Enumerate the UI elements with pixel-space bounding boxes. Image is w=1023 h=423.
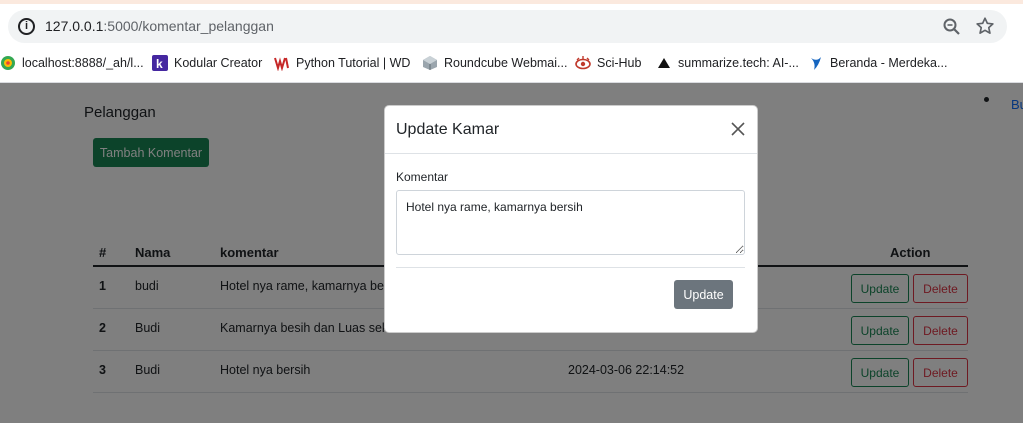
- page-content: Pelanggan Tambah Komentar Bu # Nama kome…: [0, 83, 1023, 423]
- bookmark-label: summarize.tech: AI-...: [678, 56, 799, 70]
- url-text[interactable]: 127.0.0.1:5000/komentar_pelanggan: [45, 18, 274, 34]
- tab-strip-edge: [0, 0, 1023, 4]
- appengine-icon: [1, 56, 15, 70]
- svg-text:k: k: [156, 57, 163, 71]
- modal-divider: [396, 267, 745, 268]
- kodular-icon: k: [152, 55, 168, 71]
- bookmark-label: Beranda - Merdeka...: [830, 56, 948, 70]
- bookmark-label: Roundcube Webmai...: [444, 56, 568, 70]
- modal-update-button[interactable]: Update: [674, 280, 733, 309]
- bookmark-item[interactable]: summarize.tech: AI-...: [656, 54, 799, 72]
- site-info-icon[interactable]: i: [18, 18, 35, 35]
- roundcube-icon: [423, 56, 437, 70]
- update-modal: Update Kamar Komentar Hotel nya rame, ka…: [384, 105, 758, 333]
- merdeka-icon: [811, 57, 821, 70]
- summarize-icon: [658, 58, 670, 68]
- bookmark-item[interactable]: Python Tutorial | WD: [274, 54, 410, 72]
- url-host: 127.0.0.1: [45, 18, 104, 34]
- bookmark-label: localhost:8888/_ah/l...: [22, 56, 144, 70]
- bookmarks-bar: localhost:8888/_ah/l... k Kodular Creato…: [0, 50, 1023, 76]
- modal-title: Update Kamar: [396, 121, 500, 138]
- modal-header: Update Kamar: [385, 106, 757, 154]
- bookmark-label: Python Tutorial | WD: [296, 56, 411, 70]
- bookmark-star-icon[interactable]: [974, 15, 996, 37]
- close-icon[interactable]: [729, 120, 747, 138]
- komentar-label: Komentar: [396, 170, 449, 184]
- scihub-icon: [575, 56, 591, 70]
- bookmark-label: Kodular Creator: [174, 56, 263, 70]
- url-path: :5000/komentar_pelanggan: [103, 18, 274, 34]
- bookmark-label: Sci-Hub: [597, 56, 642, 70]
- address-bar[interactable]: i 127.0.0.1:5000/komentar_pelanggan: [8, 10, 1007, 43]
- bookmark-item[interactable]: Roundcube Webmai...: [422, 54, 567, 72]
- bookmark-item[interactable]: Beranda - Merdeka...: [808, 54, 947, 72]
- bookmark-item[interactable]: k Kodular Creator: [152, 54, 262, 72]
- bookmark-item[interactable]: Sci-Hub: [575, 54, 641, 72]
- komentar-textarea[interactable]: Hotel nya rame, kamarnya bersih: [396, 190, 745, 255]
- zoom-icon[interactable]: [942, 17, 962, 37]
- python-tutorial-icon: [274, 57, 289, 71]
- bookmark-item[interactable]: localhost:8888/_ah/l...: [0, 54, 144, 72]
